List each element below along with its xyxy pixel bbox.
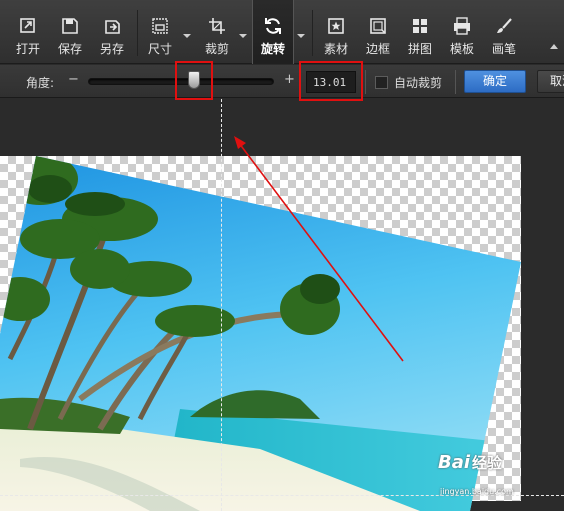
- frame-button[interactable]: 边框: [362, 0, 394, 64]
- frame-icon: [367, 15, 389, 37]
- ok-button[interactable]: 确定: [464, 70, 526, 93]
- template-icon: [451, 15, 473, 37]
- save-label: 保存: [57, 42, 82, 56]
- annotation-arrow: [234, 136, 404, 362]
- watermark-logo: Bai: [438, 452, 471, 473]
- crop-dropdown-caret[interactable]: [239, 34, 247, 38]
- angle-label: 角度:: [26, 76, 55, 90]
- slider-highlight-box: [175, 61, 213, 100]
- auto-crop-label[interactable]: 自动裁剪: [394, 74, 442, 91]
- cancel-button[interactable]: 取消: [537, 70, 564, 93]
- save-as-label: 另存: [99, 42, 124, 56]
- angle-increase-button[interactable]: +: [284, 72, 295, 87]
- rotate-button[interactable]: 旋转: [252, 0, 294, 64]
- crop-label: 裁剪: [204, 42, 229, 56]
- angle-decrease-button[interactable]: −: [68, 72, 79, 87]
- template-label: 模板: [449, 42, 474, 56]
- collage-icon: [409, 15, 431, 37]
- material-icon: [325, 15, 347, 37]
- crop-icon: [206, 15, 228, 37]
- collage-label: 拼图: [407, 42, 432, 56]
- watermark-logo-suffix: 经验: [472, 454, 503, 472]
- template-button[interactable]: 模板: [446, 0, 478, 64]
- resize-label: 尺寸: [147, 42, 172, 56]
- options-divider: [455, 70, 456, 94]
- save-button[interactable]: 保存: [54, 0, 86, 64]
- open-button[interactable]: 打开: [12, 0, 44, 64]
- open-label: 打开: [15, 42, 40, 56]
- toolbar-more-icon[interactable]: [550, 44, 558, 49]
- baidu-jingyan-watermark: Bai 经验: [438, 452, 502, 473]
- save-as-button[interactable]: 另存: [96, 0, 128, 64]
- rotate-dropdown-caret[interactable]: [297, 34, 305, 38]
- image-canvas[interactable]: [0, 99, 564, 511]
- toolbar-divider: [312, 10, 313, 56]
- brush-icon: [493, 15, 515, 37]
- angle-input-highlight-box: [299, 61, 363, 101]
- resize-dropdown-caret[interactable]: [183, 34, 191, 38]
- crop-button[interactable]: 裁剪: [201, 0, 233, 64]
- options-divider: [365, 70, 366, 94]
- toolbar-divider: [137, 10, 138, 56]
- rotate-label: 旋转: [260, 42, 285, 56]
- resize-button[interactable]: 尺寸: [144, 0, 176, 64]
- save-icon: [59, 15, 81, 37]
- resize-icon: [149, 15, 171, 37]
- frame-label: 边框: [365, 42, 390, 56]
- material-button[interactable]: 素材: [320, 0, 352, 64]
- brush-label: 画笔: [491, 42, 516, 56]
- watermark-url: jingyan.baidu.com: [440, 487, 514, 496]
- auto-crop-checkbox[interactable]: [375, 76, 388, 89]
- rotate-icon: [262, 15, 284, 37]
- collage-button[interactable]: 拼图: [404, 0, 436, 64]
- material-label: 素材: [323, 42, 348, 56]
- main-toolbar: 打开 保存 另存 尺寸 裁剪 旋转 素材 边框 拼图 模板 画笔: [0, 0, 564, 64]
- save-as-icon: [101, 15, 123, 37]
- open-icon: [17, 15, 39, 37]
- brush-button[interactable]: 画笔: [488, 0, 520, 64]
- rotate-options-bar: 角度: − + 自动裁剪 确定 取消: [0, 65, 564, 98]
